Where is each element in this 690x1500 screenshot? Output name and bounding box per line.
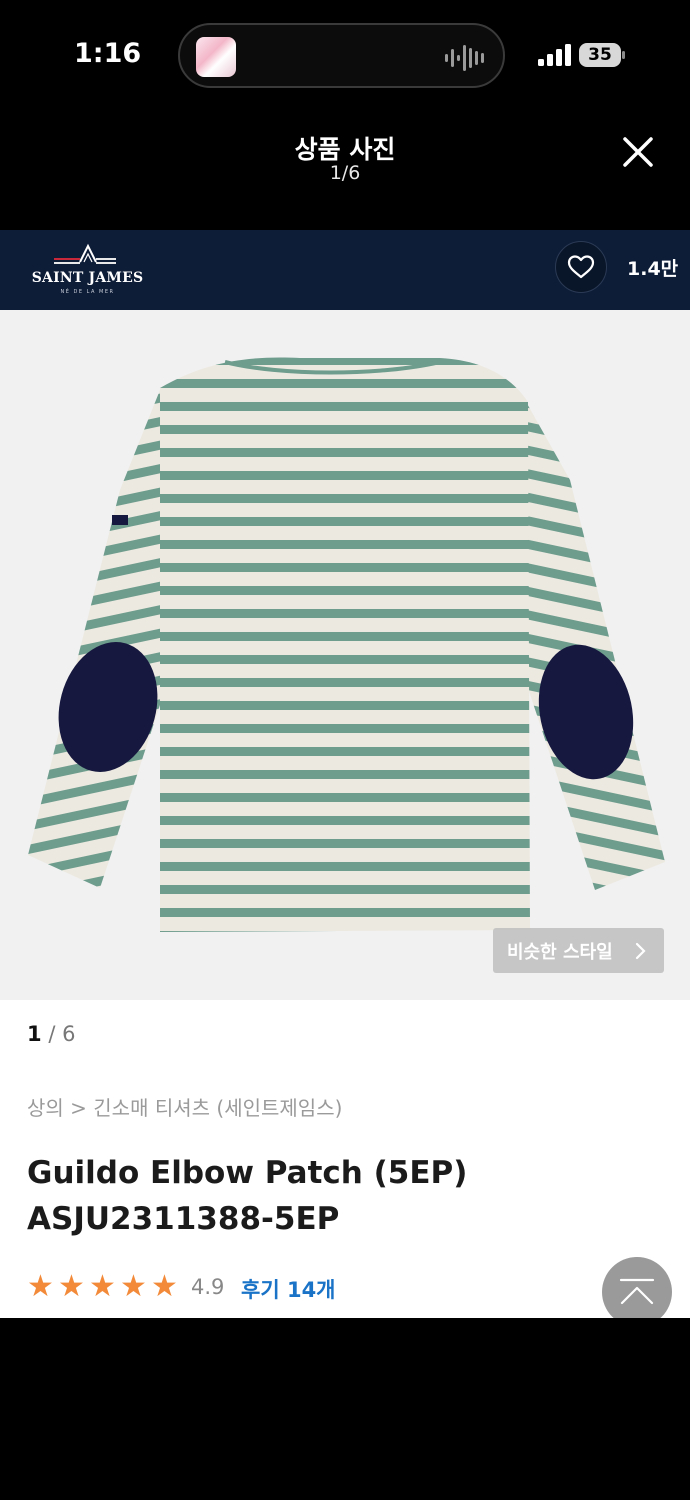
waveform-icon xyxy=(445,45,484,71)
review-count-link[interactable]: 후기 14개 xyxy=(241,1274,336,1304)
like-count: 1.4만 xyxy=(627,258,679,280)
dynamic-island[interactable] xyxy=(178,23,505,88)
brand-name: SAINT JAMES xyxy=(31,270,144,286)
category-breadcrumb[interactable]: 상의 > 긴소매 티셔츠 (세인트제임스) xyxy=(27,1092,342,1121)
star-icon: ★ xyxy=(151,1269,178,1304)
star-icon: ★ xyxy=(27,1269,54,1304)
star-icon: ★ xyxy=(89,1269,116,1304)
rating-value: 4.9 xyxy=(191,1275,225,1299)
now-playing-thumbnail xyxy=(196,37,236,77)
like-button[interactable] xyxy=(555,241,607,293)
image-pager: 1 / 6 xyxy=(27,1022,76,1046)
rating-stars: ★ ★ ★ ★ ★ xyxy=(27,1270,182,1304)
photo-viewer-header: 상품 사진 1/6 xyxy=(0,110,690,230)
arrow-up-icon xyxy=(619,1278,655,1305)
star-icon: ★ xyxy=(58,1269,85,1304)
bottom-area xyxy=(0,1318,690,1500)
status-time: 1:16 xyxy=(74,38,142,69)
battery-icon: 35 xyxy=(579,43,625,67)
viewer-counter: 1/6 xyxy=(329,162,361,184)
signal-icon xyxy=(538,44,571,66)
star-icon: ★ xyxy=(120,1269,147,1304)
brand-mountain-logo-icon xyxy=(54,243,116,264)
pager-total: 6 xyxy=(62,1022,76,1046)
brand-bar: SAINT JAMES NÉ DE LA MER 1.4만 xyxy=(0,230,690,310)
battery-level: 35 xyxy=(579,43,621,67)
product-image[interactable]: 비슷한 스타일 xyxy=(0,310,690,1000)
viewer-title: 상품 사진 xyxy=(294,135,396,164)
close-icon[interactable] xyxy=(618,132,658,172)
brand-logo[interactable]: SAINT JAMES NÉ DE LA MER xyxy=(30,238,145,302)
chevron-right-icon xyxy=(635,942,646,960)
product-photo xyxy=(28,357,665,932)
product-name: Guildo Elbow Patch (5EP) ASJU2311388-5EP xyxy=(27,1155,468,1237)
product-info: 1 / 6 상의 > 긴소매 티셔츠 (세인트제임스) Guildo Elbow… xyxy=(0,1000,690,1327)
similar-style-button[interactable]: 비슷한 스타일 xyxy=(493,928,664,973)
similar-style-label: 비슷한 스타일 xyxy=(507,942,613,963)
scroll-to-top-button[interactable] xyxy=(602,1257,672,1327)
heart-icon xyxy=(567,255,595,279)
status-bar: 1:16 35 xyxy=(0,0,690,110)
brand-tagline: NÉ DE LA MER xyxy=(60,289,115,295)
pager-current: 1 xyxy=(27,1022,42,1046)
